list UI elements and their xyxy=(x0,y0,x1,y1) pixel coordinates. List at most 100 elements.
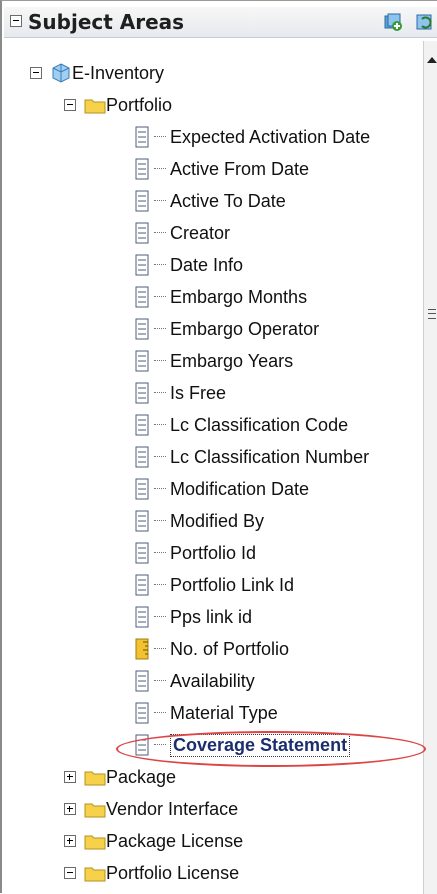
tree-connector xyxy=(154,168,166,170)
column-item[interactable]: Creator xyxy=(134,217,230,249)
column-label: Creator xyxy=(170,222,231,243)
expand-folder-toggle[interactable] xyxy=(64,803,76,815)
attribute-column-icon xyxy=(135,510,149,532)
tree-node-label: Portfolio License xyxy=(106,862,240,883)
tree-connector xyxy=(154,552,166,554)
tree-node-label: Vendor Interface xyxy=(106,798,239,819)
scroll-up-arrow-icon[interactable] xyxy=(427,57,437,63)
panel-title: Subject Areas xyxy=(28,10,185,34)
tree-connector xyxy=(154,328,166,330)
tree-connector xyxy=(154,424,166,426)
vertical-scrollbar[interactable] xyxy=(423,41,437,894)
column-item[interactable]: No. of Portfolio xyxy=(134,633,289,665)
tree-node-label: Package xyxy=(106,766,177,787)
tree-connector xyxy=(154,584,166,586)
column-item[interactable]: Lc Classification Number xyxy=(134,441,369,473)
tree-connector xyxy=(154,200,166,202)
column-item[interactable]: Availability xyxy=(134,665,255,697)
column-item[interactable]: Embargo Years xyxy=(134,345,293,377)
tree-connector xyxy=(154,648,166,650)
tree-node-label: Package License xyxy=(106,830,244,851)
panel-header: Subject Areas xyxy=(4,7,437,38)
column-item[interactable]: Active From Date xyxy=(134,153,309,185)
refresh-icon[interactable] xyxy=(414,11,436,33)
tree-connector xyxy=(154,136,166,138)
column-item[interactable]: Portfolio Id xyxy=(134,537,256,569)
column-item[interactable]: Pps link id xyxy=(134,601,252,633)
column-label: No. of Portfolio xyxy=(170,638,290,659)
tree-node-folder[interactable]: Package xyxy=(64,761,176,793)
column-label: Portfolio Id xyxy=(170,542,257,563)
folder-icon xyxy=(84,99,106,114)
column-item[interactable]: Date Info xyxy=(134,249,243,281)
tree-connector xyxy=(154,488,166,490)
attribute-column-icon xyxy=(135,126,149,148)
tree-connector xyxy=(154,296,166,298)
column-label: Portfolio Link Id xyxy=(170,574,295,595)
column-item[interactable]: Is Free xyxy=(134,377,226,409)
attribute-column-icon xyxy=(135,158,149,180)
column-item[interactable]: Material Type xyxy=(134,697,278,729)
column-label: Date Info xyxy=(170,254,244,275)
folder-icon xyxy=(84,771,106,786)
subject-areas-panel: Subject Areas E-Inventory Portfolio Expe… xyxy=(0,0,437,894)
column-item[interactable]: Embargo Months xyxy=(134,281,307,313)
tree-node-portfolio[interactable]: Portfolio xyxy=(64,89,172,121)
expand-folder-toggle[interactable] xyxy=(64,835,76,847)
collapse-folder-toggle[interactable] xyxy=(64,867,76,879)
folder-icon xyxy=(84,803,106,818)
collapse-panel-toggle[interactable] xyxy=(10,15,22,27)
column-label: Availability xyxy=(170,670,255,691)
tree-node-root[interactable]: E-Inventory xyxy=(30,57,164,89)
attribute-column-icon xyxy=(135,190,149,212)
tree-connector xyxy=(154,616,166,618)
tree-connector xyxy=(154,456,166,458)
attribute-column-icon xyxy=(135,382,149,404)
attribute-column-icon xyxy=(135,606,149,628)
tree-connector xyxy=(154,520,166,522)
column-label: Is Free xyxy=(170,382,227,403)
column-label: Lc Classification Code xyxy=(170,414,349,435)
add-subject-area-icon[interactable] xyxy=(382,11,404,33)
folder-icon xyxy=(84,867,106,882)
scroll-grip-icon[interactable] xyxy=(428,309,436,319)
column-item[interactable]: Modified By xyxy=(134,505,264,537)
column-item[interactable]: Embargo Operator xyxy=(134,313,319,345)
column-label: Pps link id xyxy=(170,606,253,627)
column-label: Active From Date xyxy=(170,158,310,179)
folder-icon xyxy=(84,835,106,850)
tree-connector xyxy=(154,712,166,714)
attribute-column-icon xyxy=(135,574,149,596)
attribute-column-icon xyxy=(135,414,149,436)
tree-connector xyxy=(154,264,166,266)
attribute-column-icon xyxy=(135,222,149,244)
column-item[interactable]: Active To Date xyxy=(134,185,286,217)
column-label: Expected Activation Date xyxy=(170,126,371,147)
subject-area-cube-icon xyxy=(52,63,70,83)
expand-folder-toggle[interactable] xyxy=(64,771,76,783)
column-label: Modified By xyxy=(170,510,265,531)
attribute-column-icon xyxy=(135,670,149,692)
tree-node-label: E-Inventory xyxy=(72,62,165,83)
collapse-root-toggle[interactable] xyxy=(30,67,42,79)
column-item[interactable]: Lc Classification Code xyxy=(134,409,348,441)
attribute-column-icon xyxy=(135,286,149,308)
column-label: Modification Date xyxy=(170,478,310,499)
attribute-column-icon xyxy=(135,318,149,340)
tree-node-folder[interactable]: Vendor Interface xyxy=(64,793,238,825)
column-label: Lc Classification Number xyxy=(170,446,370,467)
column-item[interactable]: Expected Activation Date xyxy=(134,121,370,153)
attribute-column-icon xyxy=(135,446,149,468)
tree-node-folder[interactable]: Package License xyxy=(64,825,243,857)
column-item[interactable]: Modification Date xyxy=(134,473,309,505)
attribute-column-icon xyxy=(135,478,149,500)
column-label: Embargo Months xyxy=(170,286,308,307)
tree-connector xyxy=(154,392,166,394)
collapse-portfolio-toggle[interactable] xyxy=(64,99,76,111)
tree-node-folder[interactable]: Portfolio License xyxy=(64,857,239,889)
tree-node-label: Portfolio xyxy=(106,94,173,115)
column-label: Active To Date xyxy=(170,190,286,211)
tree-connector xyxy=(154,680,166,682)
tree-connector xyxy=(154,360,166,362)
column-item[interactable]: Portfolio Link Id xyxy=(134,569,294,601)
